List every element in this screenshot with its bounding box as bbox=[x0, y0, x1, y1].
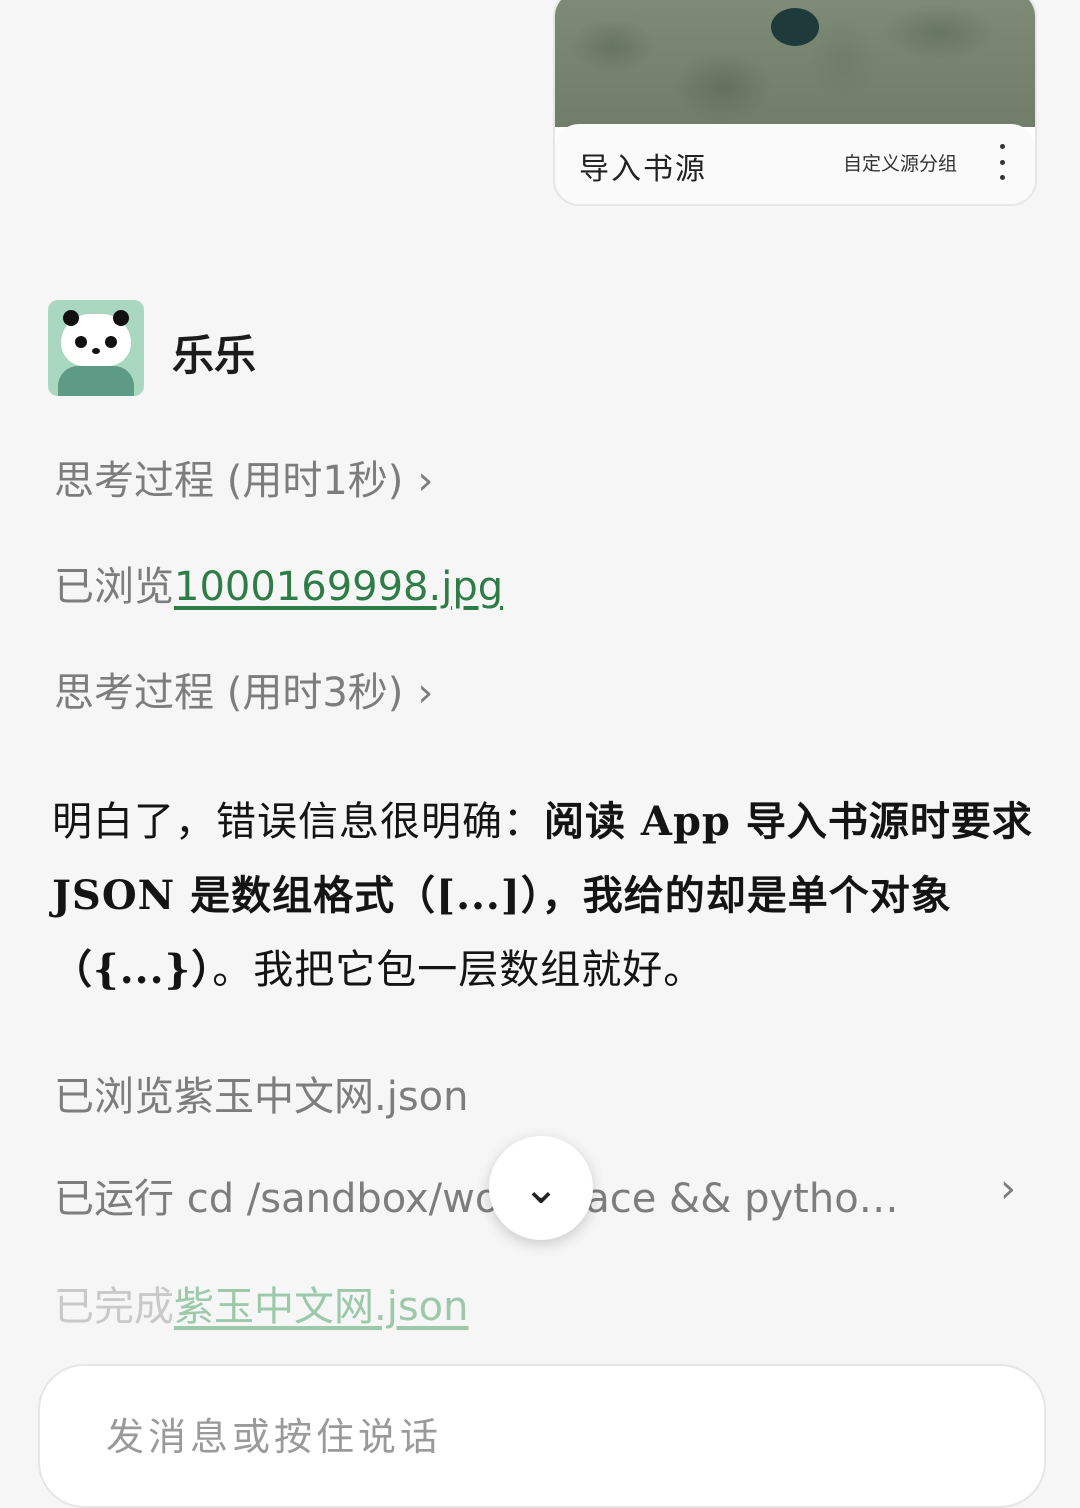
browsed-file-line: 已浏览1000169998.jpg bbox=[54, 554, 503, 612]
panda-avatar[interactable] bbox=[48, 300, 144, 396]
panda-scarf bbox=[58, 366, 134, 396]
chevron-right-icon: › bbox=[417, 458, 434, 504]
chevron-right-icon: › bbox=[417, 670, 434, 716]
completed-prefix: 已完成 bbox=[54, 1284, 174, 1330]
contact-name: 乐乐 bbox=[172, 331, 257, 380]
assistant-message: 明白了，错误信息很明确：阅读 App 导入书源时要求 JSON 是数组格式（[.… bbox=[52, 785, 1042, 1007]
image-file-link[interactable]: 1000169998.jpg bbox=[174, 564, 503, 610]
browsed-prefix: 已浏览 bbox=[54, 564, 174, 610]
shared-card-bar: 导入书源 自定义源分组 bbox=[555, 124, 1035, 204]
shared-image-preview bbox=[555, 0, 1035, 127]
thinking-label: 思考过程 (用时1秒) bbox=[54, 458, 404, 504]
message-input[interactable]: 发消息或按住说话 bbox=[38, 1364, 1046, 1508]
message-text: 明白了，错误信息很明确： bbox=[52, 799, 544, 845]
thinking-process-1[interactable]: 思考过程 (用时1秒) › bbox=[54, 448, 433, 506]
thinking-label: 思考过程 (用时3秒) bbox=[54, 670, 404, 716]
more-vertical-icon[interactable] bbox=[996, 144, 1008, 180]
camera-notch bbox=[771, 8, 819, 46]
panda-face bbox=[61, 310, 131, 366]
chevron-right-icon[interactable]: › bbox=[1000, 1166, 1016, 1212]
shared-card-subtitle: 自定义源分组 bbox=[843, 153, 958, 175]
browsed-json-line[interactable]: 已浏览紫玉中文网.json bbox=[54, 1064, 469, 1122]
completed-file-line: 已完成紫玉中文网.json bbox=[54, 1274, 469, 1332]
shared-image-card[interactable]: 导入书源 自定义源分组 bbox=[553, 0, 1037, 206]
ran-command-label: 已运行 cd /sandbox/workspace && pytho… bbox=[54, 1176, 899, 1222]
input-placeholder: 发消息或按住说话 bbox=[106, 1415, 443, 1459]
chevron-down-icon: ⌄ bbox=[522, 1162, 560, 1214]
thinking-process-2[interactable]: 思考过程 (用时3秒) › bbox=[54, 660, 433, 718]
scroll-to-bottom-button[interactable]: ⌄ bbox=[489, 1136, 593, 1240]
browsed-json-label: 已浏览紫玉中文网.json bbox=[54, 1074, 469, 1120]
shared-card-title: 导入书源 bbox=[579, 152, 707, 187]
message-text-end: 。我把它包一层数组就好。 bbox=[212, 947, 705, 993]
json-file-link[interactable]: 紫玉中文网.json bbox=[174, 1284, 469, 1330]
